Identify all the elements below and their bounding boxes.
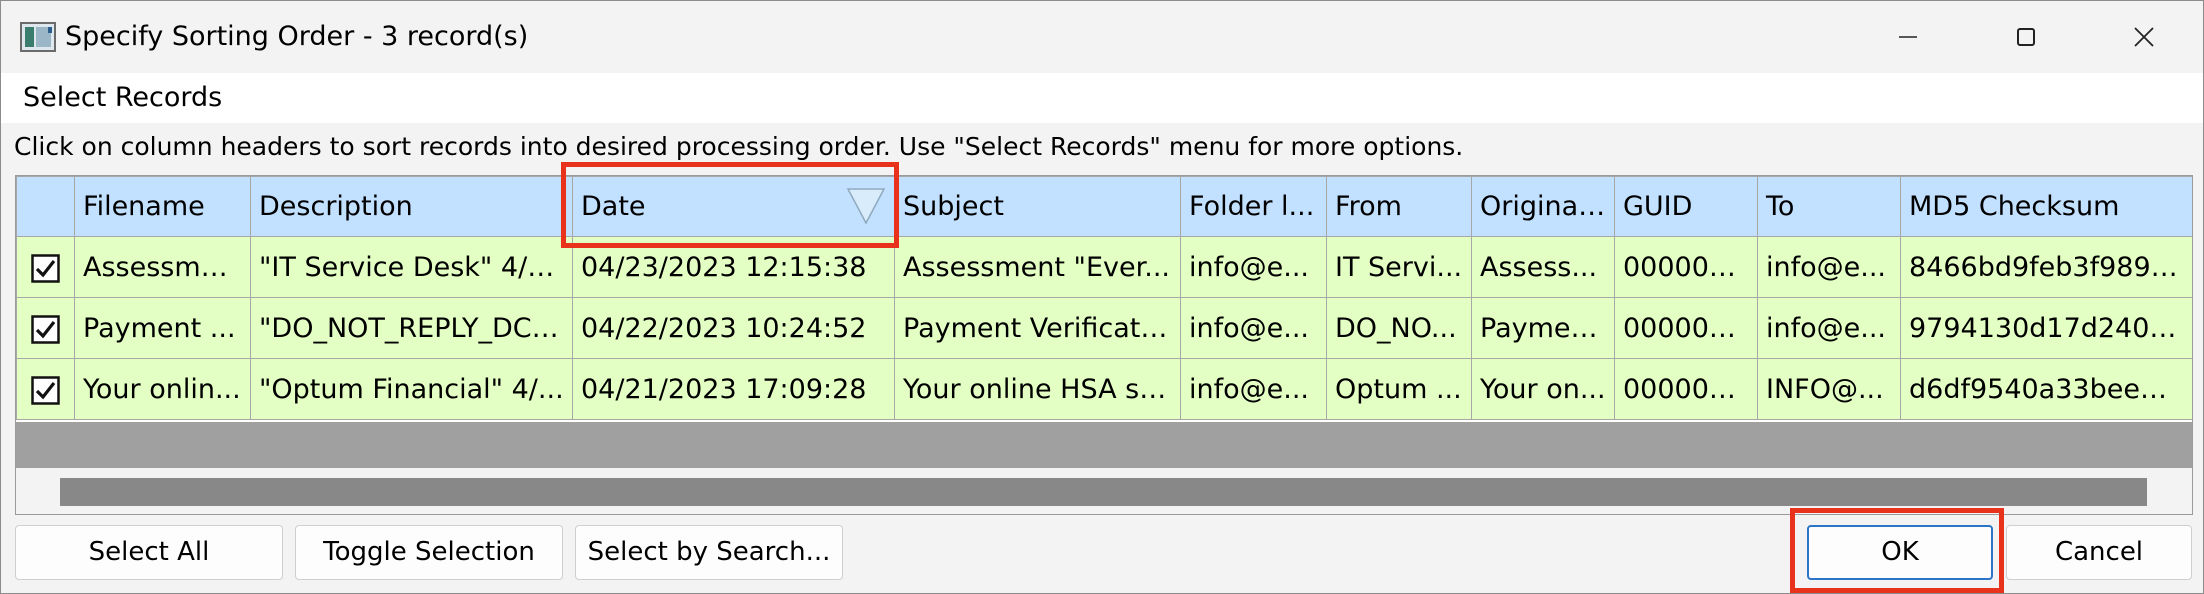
row-checkbox-cell[interactable] <box>16 236 75 298</box>
menu-select-records[interactable]: Select Records <box>21 80 224 116</box>
sorting-order-dialog: Specify Sorting Order - 3 record(s) Sele… <box>0 0 2204 594</box>
cell-to: INFO@... <box>1757 358 1901 420</box>
instruction-text: Click on column headers to sort records … <box>14 132 1464 161</box>
row-checkbox-cell[interactable] <box>16 358 75 420</box>
column-header-date[interactable]: Date <box>572 176 895 237</box>
table-row[interactable]: Your onlin... "Optum Financial" 4/... 04… <box>16 358 2192 420</box>
minimize-icon <box>1899 36 1917 38</box>
maximize-icon <box>2017 28 2035 46</box>
menu-bar: Select Records <box>1 73 2203 123</box>
column-header-subject[interactable]: Subject <box>894 176 1181 237</box>
cell-folder: info@e... <box>1180 297 1327 359</box>
toggle-selection-button[interactable]: Toggle Selection <box>295 525 563 580</box>
cell-date: 04/21/2023 17:09:28 <box>572 358 895 420</box>
table-row[interactable]: Assessme... "IT Service Desk" 4/2... 04/… <box>16 236 2192 298</box>
checkbox-checked-icon[interactable] <box>31 375 60 405</box>
cell-md5: 9794130d17d240d... <box>1900 297 2192 359</box>
checkbox-checked-icon[interactable] <box>31 253 60 283</box>
minimize-button[interactable] <box>1849 1 1967 73</box>
records-table: Filename Description Date Subject Folder… <box>16 176 2192 420</box>
cell-guid: 000000... <box>1614 358 1758 420</box>
header-row: Filename Description Date Subject Folder… <box>16 176 2192 237</box>
horizontal-scrollbar[interactable] <box>60 478 2147 506</box>
sort-descending-icon <box>846 188 886 225</box>
cell-guid: 000000... <box>1614 236 1758 298</box>
records-grid: Filename Description Date Subject Folder… <box>15 175 2193 515</box>
column-header-folder[interactable]: Folder l... <box>1180 176 1327 237</box>
cell-description: "DO_NOT_REPLY_DCI... <box>250 297 573 359</box>
column-header-to[interactable]: To <box>1757 176 1901 237</box>
maximize-button[interactable] <box>1967 1 2085 73</box>
cell-from: Optum ... <box>1326 358 1472 420</box>
cancel-button[interactable]: Cancel <box>2006 525 2192 580</box>
window-title: Specify Sorting Order - 3 record(s) <box>65 21 529 52</box>
cell-guid: 000000... <box>1614 297 1758 359</box>
cell-original: Your on... <box>1471 358 1615 420</box>
cell-md5: 8466bd9feb3f9890... <box>1900 236 2192 298</box>
column-header-from[interactable]: From <box>1326 176 1472 237</box>
cell-subject: Assessment "Ever... <box>894 236 1181 298</box>
column-header-original[interactable]: Original... <box>1471 176 1615 237</box>
cell-folder: info@e... <box>1180 358 1327 420</box>
cell-to: info@e... <box>1757 236 1901 298</box>
cell-original: Paymen... <box>1471 297 1615 359</box>
cell-filename: Your onlin... <box>74 358 251 420</box>
column-header-select[interactable] <box>16 176 75 237</box>
cell-from: DO_NO... <box>1326 297 1472 359</box>
checkbox-checked-icon[interactable] <box>31 314 60 344</box>
cell-md5: d6df9540a33beed2... <box>1900 358 2192 420</box>
column-header-guid[interactable]: GUID <box>1614 176 1758 237</box>
cell-date: 04/23/2023 12:15:38 <box>572 236 895 298</box>
column-header-md5[interactable]: MD5 Checksum <box>1900 176 2192 237</box>
close-icon <box>2134 27 2154 47</box>
cell-subject: Payment Verificati... <box>894 297 1181 359</box>
cell-filename: Assessme... <box>74 236 251 298</box>
table-row[interactable]: Payment ... "DO_NOT_REPLY_DCI... 04/22/2… <box>16 297 2192 359</box>
cell-to: info@e... <box>1757 297 1901 359</box>
app-icon <box>20 22 56 52</box>
cell-filename: Payment ... <box>74 297 251 359</box>
cell-description: "Optum Financial" 4/... <box>250 358 573 420</box>
select-by-search-button[interactable]: Select by Search... <box>575 525 843 580</box>
cell-description: "IT Service Desk" 4/2... <box>250 236 573 298</box>
row-checkbox-cell[interactable] <box>16 297 75 359</box>
cell-folder: info@e... <box>1180 236 1327 298</box>
grid-unused-area <box>16 422 2192 468</box>
cell-subject: Your online HSA st... <box>894 358 1181 420</box>
column-header-description[interactable]: Description <box>250 176 573 237</box>
ok-button[interactable]: OK <box>1807 525 1993 580</box>
cell-from: IT Servi... <box>1326 236 1472 298</box>
cell-date: 04/22/2023 10:24:52 <box>572 297 895 359</box>
column-header-filename[interactable]: Filename <box>74 176 251 237</box>
select-all-button[interactable]: Select All <box>15 525 283 580</box>
close-button[interactable] <box>2085 1 2203 73</box>
cell-original: Assess... <box>1471 236 1615 298</box>
column-header-date-label: Date <box>581 191 646 222</box>
title-bar: Specify Sorting Order - 3 record(s) <box>1 1 2203 73</box>
